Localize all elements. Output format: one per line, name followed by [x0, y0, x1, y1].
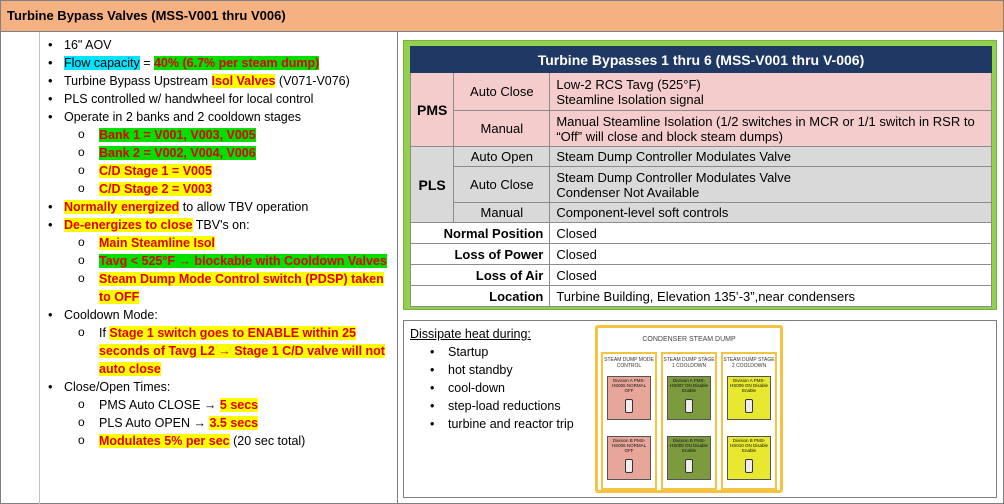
page-header: Turbine Bypass Valves (MSS-V001 thru V00… [0, 0, 1004, 32]
table-cell: Closed [549, 264, 992, 286]
list-item: Startup [410, 343, 574, 361]
list-item: If Stage 1 switch goes to ENABLE within … [44, 323, 394, 378]
list-item: Operate in 2 banks and 2 cooldown stages [44, 108, 394, 126]
table-cell: Closed [549, 222, 992, 244]
list-item: Main Steamline Isol [44, 233, 394, 252]
list-item: step-load reductions [410, 397, 574, 415]
stage2-switch-div-b: Division B PMS-HS010 ON Disable Enable [727, 436, 771, 480]
stage2-switch-div-a: Division A PMS-HS009 ON Disable Enable [727, 376, 771, 420]
stage1-switch-div-a: Division A PMS-HS007 ON Disable Enable [667, 376, 711, 420]
row-label: Normal Position [409, 222, 551, 244]
switch-knob-icon [745, 459, 753, 473]
stage2-cooldown-column: STEAM DUMP STAGE 2 COOLDOWN Division A P… [721, 352, 777, 490]
table-cell: Steam Dump Controller Modulates Valve [549, 146, 992, 167]
table-cell: Closed [549, 243, 992, 265]
column-divider [397, 32, 398, 504]
list-item: Bank 2 = V002, V004, V006 [44, 143, 394, 162]
switch-knob-icon [625, 399, 633, 413]
table-cell: Low-2 RCS Tavg (525°F) Steamline Isolatio… [549, 72, 992, 111]
list-item: Steam Dump Mode Control switch (PDSP) ta… [44, 269, 394, 306]
switch-knob-icon [625, 459, 633, 473]
list-item: Modulates 5% per sec (20 sec total) [44, 431, 394, 450]
list-item: Turbine Bypass Upstream Isol Valves (V07… [44, 72, 394, 90]
page-title: Turbine Bypass Valves (MSS-V001 thru V00… [7, 8, 286, 23]
row-label: Auto Close [453, 72, 551, 111]
row-label: Loss of Air [409, 264, 551, 286]
list-item: Bank 1 = V001, V003, V005 [44, 125, 394, 144]
switch-knob-icon [685, 459, 693, 473]
switch-knob-icon [745, 399, 753, 413]
list-item: Flow capacity = 40% (6.7% per steam dump… [44, 54, 394, 72]
row-label: Manual [453, 110, 551, 147]
list-item: Tavg < 525°F → blockable with Cooldown V… [44, 251, 394, 270]
switch-knob-icon [685, 399, 693, 413]
list-item: De-energizes to close TBV's on: [44, 216, 394, 234]
stage1-cooldown-column: STEAM DUMP STAGE 1 COOLDOWN Division A P… [661, 352, 717, 490]
condenser-steam-dump-panel-image: CONDENSER STEAM DUMP STEAM DUMP MODE CON… [595, 325, 783, 493]
bullet-list: 16" AOV Flow capacity = 40% (6.7% per st… [44, 36, 394, 450]
row-label: Auto Open [453, 146, 551, 167]
list-item: hot standby [410, 361, 574, 379]
bypass-table-panel: Turbine Bypasses 1 thru 6 (MSS-V001 thru… [403, 40, 997, 310]
list-item: turbine and reactor trip [410, 415, 574, 433]
table-cell: Turbine Building, Elevation 135’-3”,near… [549, 285, 992, 307]
dissipate-heading: Dissipate heat during: [410, 327, 531, 341]
table-cell: Manual Steamline Isolation (1/2 switches… [549, 110, 992, 147]
list-item: Normally energized to allow TBV operatio… [44, 198, 394, 216]
list-item: PLS controlled w/ handwheel for local co… [44, 90, 394, 108]
pms-group-label: PMS [409, 72, 455, 147]
stage1-switch-div-b: Division B PMS-HS008 ON Disable Enable [667, 436, 711, 480]
dissipate-list: Dissipate heat during: Startup hot stand… [410, 325, 574, 433]
bypass-table: Turbine Bypasses 1 thru 6 (MSS-V001 thru… [409, 46, 992, 307]
row-label: Auto Close [453, 166, 551, 203]
list-item: 16" AOV [44, 36, 394, 54]
table-cell: Component-level soft controls [549, 202, 992, 223]
table-title: Turbine Bypasses 1 thru 6 (MSS-V001 thru… [410, 46, 992, 73]
row-label: Loss of Power [409, 243, 551, 265]
list-item: PMS Auto CLOSE → 5 secs [44, 395, 394, 414]
row-label: Location [409, 285, 551, 307]
list-item: cool-down [410, 379, 574, 397]
dissipate-section: Dissipate heat during: Startup hot stand… [403, 320, 997, 498]
left-margin-line [39, 32, 40, 504]
pls-group-label: PLS [409, 146, 455, 223]
mode-switch-div-b: Division B PMS-HS006 NORMAL OFF [607, 436, 651, 480]
list-item: C/D Stage 1 = V005 [44, 161, 394, 180]
list-item: C/D Stage 2 = V003 [44, 179, 394, 198]
row-label: Manual [453, 202, 551, 223]
mode-switch-div-a: Division A PMS-HS005 NORMAL OFF [607, 376, 651, 420]
list-item: Close/Open Times: [44, 378, 394, 396]
mode-control-column: STEAM DUMP MODE CONTROL Division A PMS-H… [601, 352, 657, 490]
panel-image-title: CONDENSER STEAM DUMP [642, 336, 736, 343]
table-cell: Steam Dump Controller Modulates Valve Con… [549, 166, 992, 203]
list-item: Cooldown Mode: [44, 306, 394, 324]
list-item: PLS Auto OPEN → 3.5 secs [44, 413, 394, 432]
